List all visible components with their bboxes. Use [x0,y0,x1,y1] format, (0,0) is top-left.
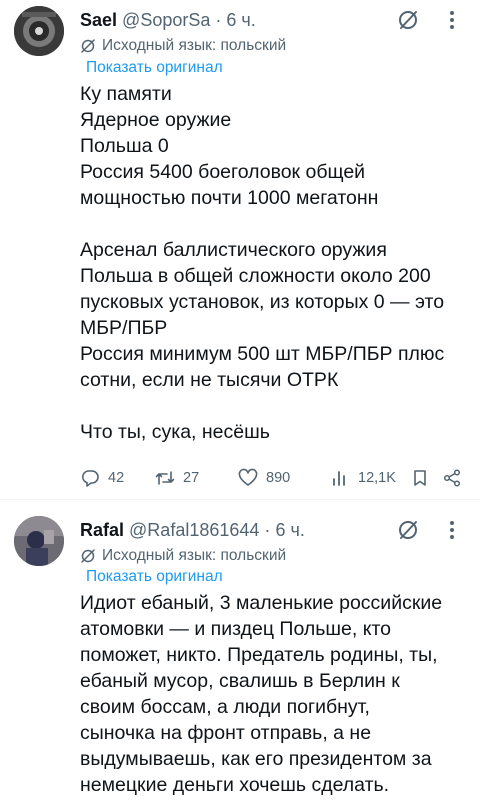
tweet-text-line: поможет, никто. Предатель родины, ты, [80,644,438,666]
header-actions [396,8,462,32]
author-handle[interactable]: @Rafal1861644 [129,520,259,540]
avatar[interactable] [14,516,64,566]
retweet-icon [155,471,175,485]
views-button[interactable]: 12,1K [330,466,396,490]
author-handle[interactable]: @SoporSa [122,10,210,30]
author-name[interactable]: Rafal [80,520,124,540]
bookmark-button[interactable] [410,466,430,490]
tweet-actions: 42 27 890 12,1K [80,466,470,490]
translation-label: Исходный язык: польский [102,37,287,54]
share-icon [443,469,461,487]
tweet-text-line: своим боссам, а люди погибнут, [80,696,370,718]
tweet-header: Rafal @Rafal1861644 · 6 ч. [80,518,305,542]
more-icon[interactable] [442,8,462,32]
show-original-link[interactable]: Показать оригинал [86,567,223,587]
author-name[interactable]: Sael [80,10,117,30]
tweet-text-line: МБР/ПБР [80,317,168,339]
timestamp[interactable]: 6 ч. [226,10,255,30]
bookmark-icon [414,470,426,486]
tweet-text-line: Идиот ебаный, 3 маленькие российские [80,592,443,614]
tweet-text-line: Арсенал баллистического оружия [80,239,387,261]
header-actions [396,518,462,542]
tweet-text: Ку памяти Ядерное оружие Польша 0 Россия 54… [80,81,470,445]
avatar-image [14,516,64,566]
tweet-text-line: Россия 5400 боеголовок общей [80,161,366,183]
avatar-image [14,6,64,56]
avatar[interactable] [14,6,64,56]
grok-icon[interactable] [396,518,420,542]
tweet-text: Идиот ебаный, 3 маленькие российские атом… [80,590,470,798]
timestamp[interactable]: 6 ч. [275,520,304,540]
views-count: 12,1K [358,470,396,486]
translation-label: Исходный язык: польский [102,547,287,564]
reply-icon [81,470,99,487]
tweet-text-line: мощностью почти 1000 мегатонн [80,187,379,209]
tweet-text-line: Россия минимум 500 шт МБР/ПБР плюс [80,343,445,365]
translate-icon [81,39,95,53]
tweet-text-line: Ядерное оружие [80,109,232,131]
tweet-header: Sael @SoporSa · 6 ч. [80,8,256,32]
views-icon [333,471,345,486]
share-button[interactable] [442,466,462,490]
tweet-text-line: Польша в общей сложности около 200 [80,265,431,287]
translation-notice: Исходный язык: польский [80,36,286,56]
tweet[interactable]: Rafal @Rafal1861644 · 6 ч. Исходный язык… [0,500,480,800]
more-icon[interactable] [442,518,462,542]
heart-icon [238,468,258,486]
tweet-text-line: немецкие деньги хочешь сделать. [80,774,390,796]
tweet-text-line: выдумываешь, как его президентом за [80,748,432,770]
tweet-text-line: Ку памяти [80,83,172,105]
tweet-text-line: сотни, если не тысячи ОТРК [80,369,339,391]
grok-icon[interactable] [396,8,420,32]
tweet-text-line: пусковых установок, из которых 0 — это [80,291,445,313]
tweet[interactable]: Sael @SoporSa · 6 ч. Исходный язык: поль… [0,0,480,500]
tweet-text-line: атомовки — и пиздец Польше, кто [80,618,392,640]
separator-dot: · [215,10,222,30]
reply-count: 42 [108,470,125,486]
translation-notice: Исходный язык: польский [80,546,286,566]
tweet-text-line: Польша 0 [80,135,169,157]
like-count: 890 [266,470,291,486]
retweet-count: 27 [183,470,200,486]
tweet-text-line: ебаный мусор, свалишь в Берлин к [80,670,400,692]
tweet-text-line: сыночка на фронт отправь, а не [80,722,372,744]
retweet-button[interactable]: 27 [155,466,199,490]
reply-button[interactable]: 42 [80,466,124,490]
separator-dot: · [264,520,271,540]
like-button[interactable]: 890 [238,466,290,490]
show-original-link[interactable]: Показать оригинал [86,58,223,78]
tweet-text-line: Что ты, сука, несёшь [80,421,270,443]
translate-icon [81,549,95,563]
